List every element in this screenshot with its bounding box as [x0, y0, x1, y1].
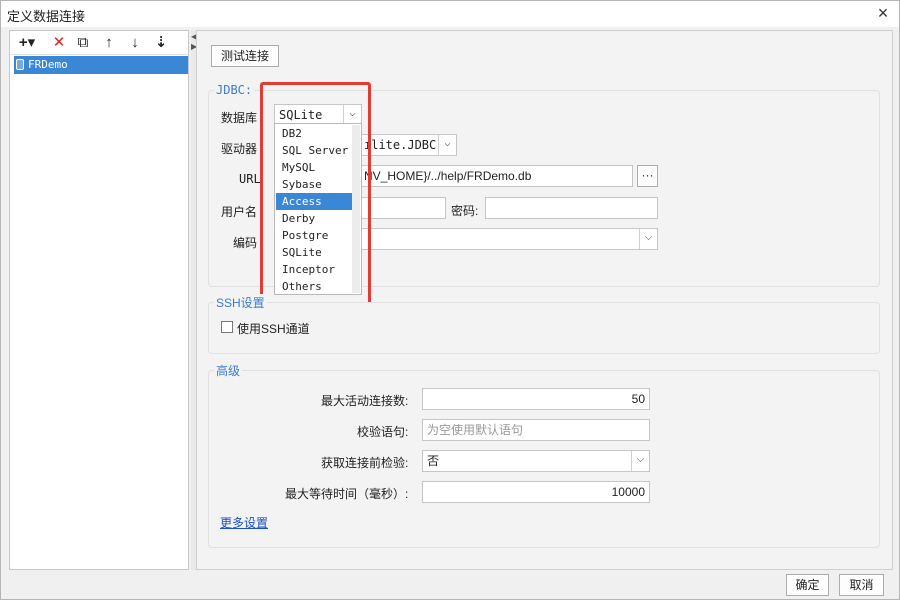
chevron-down-icon[interactable]: ⌵	[631, 451, 649, 471]
window-title: 定义数据连接	[7, 9, 86, 24]
move-up-icon[interactable]: ↑	[98, 33, 120, 53]
tree-item-label: FRDemo	[28, 58, 68, 71]
tree-item-frdemo[interactable]: FRDemo	[14, 56, 188, 74]
chevron-down-icon[interactable]: ⌵	[438, 135, 456, 155]
delete-icon[interactable]: ✕	[48, 33, 70, 53]
database-icon	[16, 59, 24, 70]
cancel-button[interactable]: 取消	[839, 574, 884, 596]
sort-icon[interactable]: ⇣	[150, 33, 172, 53]
driver-select-value: ılite.JDBC	[364, 138, 437, 152]
use-ssh-label: 使用SSH通道	[237, 322, 310, 336]
test-before-label: 获取连接前检验:	[321, 456, 409, 470]
url-browse-button[interactable]: ···	[637, 165, 658, 187]
username-label: 用户名	[221, 205, 258, 219]
copy-icon[interactable]: ⧉	[72, 33, 94, 53]
title-bar: 定义数据连接 ×	[1, 1, 899, 27]
close-icon[interactable]: ×	[873, 3, 893, 23]
encoding-select[interactable]: ⌵	[359, 228, 658, 250]
database-label: 数据库	[221, 111, 258, 125]
max-active-label: 最大活动连接数:	[321, 394, 409, 408]
add-icon[interactable]: +▾	[14, 33, 40, 53]
ok-button[interactable]: 确定	[786, 574, 829, 596]
password-input[interactable]	[485, 197, 658, 219]
url-input[interactable]: NV_HOME}/../help/FRDemo.db	[359, 165, 633, 187]
url-label: URL	[239, 172, 261, 186]
use-ssh-checkbox[interactable]	[221, 321, 233, 333]
dialog-window: 定义数据连接 × +▾ ✕ ⧉ ↑ ↓ ⇣ FRDemo ◀ ▶ 测试连接 JD…	[0, 0, 900, 600]
username-input[interactable]	[359, 197, 446, 219]
chevron-down-icon[interactable]: ⌵	[639, 229, 657, 249]
password-label: 密码:	[451, 204, 479, 218]
test-before-select[interactable]: 否 ⌵	[422, 450, 650, 472]
test-connection-button[interactable]: 测试连接	[211, 45, 279, 67]
jdbc-section-title: JDBC:	[214, 83, 255, 97]
max-active-input[interactable]: 50	[422, 388, 650, 410]
connection-list-panel: +▾ ✕ ⧉ ↑ ↓ ⇣ FRDemo	[9, 30, 189, 570]
highlight-box	[260, 82, 371, 305]
move-down-icon[interactable]: ↓	[124, 33, 146, 53]
test-before-value: 否	[427, 454, 440, 468]
list-toolbar: +▾ ✕ ⧉ ↑ ↓ ⇣	[10, 31, 188, 55]
encoding-label: 编码	[233, 236, 258, 250]
validation-query-label: 校验语句:	[357, 425, 409, 439]
max-wait-label: 最大等待时间（毫秒）:	[285, 487, 409, 501]
max-wait-input[interactable]: 10000	[422, 481, 650, 503]
advanced-section-title: 高级	[214, 362, 243, 379]
more-settings-link[interactable]: 更多设置	[220, 514, 268, 531]
driver-label: 驱动器	[221, 142, 258, 156]
validation-query-input[interactable]: 为空使用默认语句	[422, 419, 650, 441]
driver-select[interactable]: ılite.JDBC ⌵	[359, 134, 457, 156]
ssh-section-title: SSH设置	[214, 294, 267, 311]
